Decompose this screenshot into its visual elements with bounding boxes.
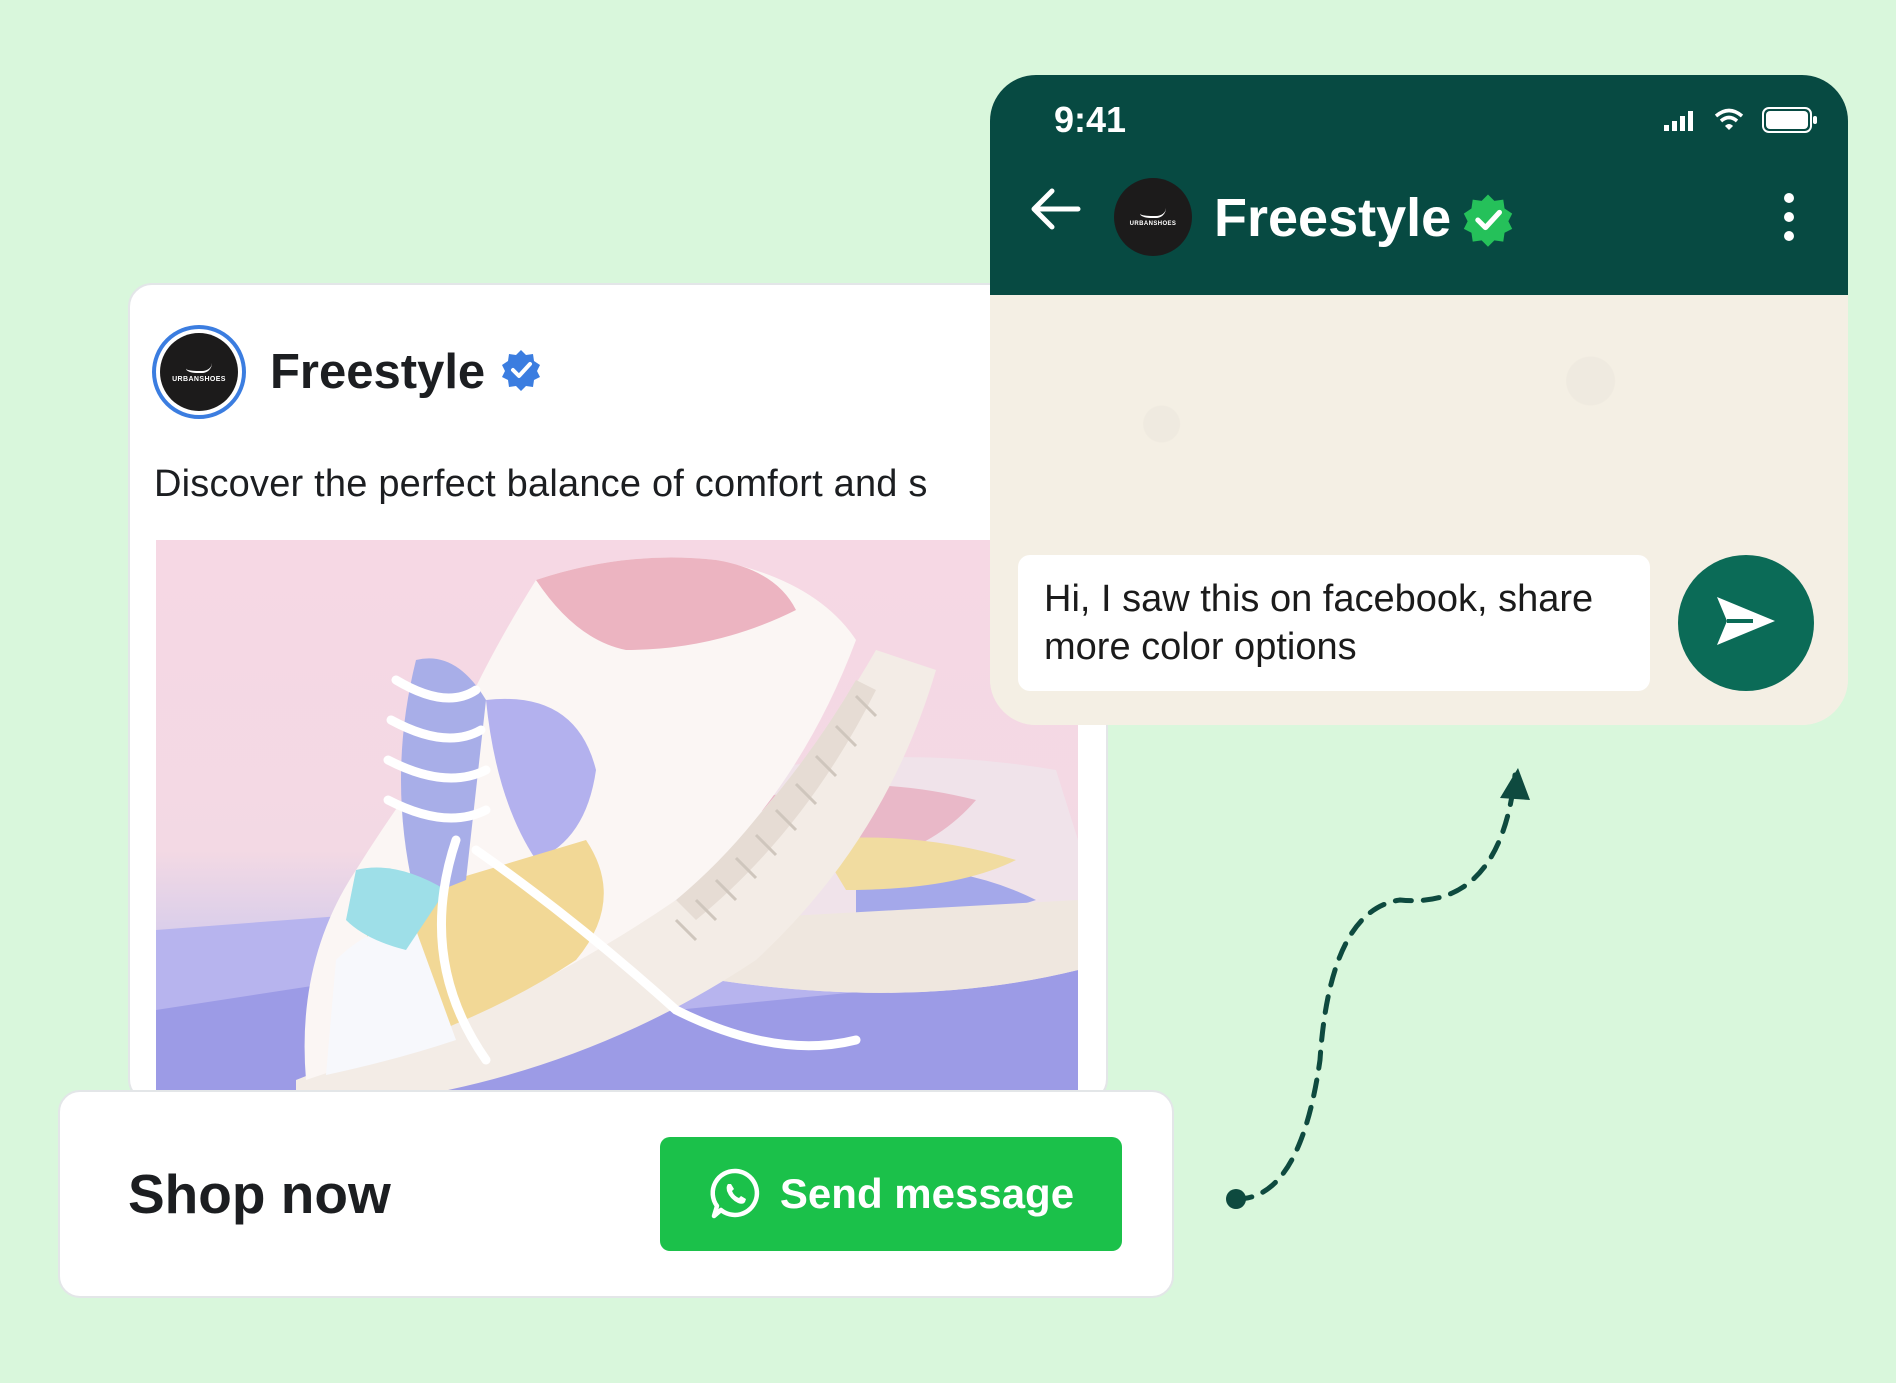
ad-caption: Discover the perfect balance of comfort … [154, 463, 928, 505]
dashed-arrow-connector [1226, 768, 1530, 1209]
status-icons [1664, 107, 1818, 138]
cta-bar: Shop now Send message [58, 1090, 1174, 1298]
status-time: 9:41 [1054, 99, 1127, 140]
shop-now-label[interactable]: Shop now [128, 1162, 391, 1226]
wifi-icon [1714, 108, 1744, 137]
shoe-logo-icon [1139, 207, 1167, 219]
whatsapp-icon [708, 1166, 764, 1222]
more-vertical-icon[interactable] [1784, 193, 1794, 241]
brand-name[interactable]: Freestyle [270, 344, 485, 400]
back-arrow-icon[interactable] [1028, 187, 1082, 236]
ad-header: URBANSHOES Freestyle [152, 325, 543, 419]
signal-icon [1664, 109, 1696, 136]
chat-header: 9:41 URBANSHOES Freestyle [990, 75, 1848, 295]
avatar-brand-text: URBANSHOES [1129, 221, 1177, 228]
shoe-logo-icon [185, 361, 213, 373]
message-input[interactable]: Hi, I saw this on facebook, share more c… [1018, 555, 1650, 691]
pastel-sneaker-photo [156, 540, 1078, 1101]
contact-name[interactable]: Freestyle [1214, 187, 1451, 249]
whatsapp-chat-window: 9:41 URBANSHOES Freestyle Hi, I saw this… [990, 75, 1848, 725]
contact-avatar[interactable]: URBANSHOES [1114, 178, 1192, 256]
green-verified-badge-icon [1460, 192, 1516, 253]
send-button[interactable] [1678, 555, 1814, 691]
blue-verified-badge-icon [499, 348, 543, 397]
send-message-button[interactable]: Send message [660, 1137, 1122, 1251]
brand-avatar[interactable]: URBANSHOES [152, 325, 246, 419]
send-icon [1713, 593, 1779, 654]
send-message-label: Send message [779, 1170, 1075, 1217]
battery-icon [1762, 107, 1818, 138]
avatar-brand-text: URBANSHOES [172, 375, 226, 383]
facebook-ad-card: URBANSHOES Freestyle Discover the perfec… [128, 283, 1108, 1103]
